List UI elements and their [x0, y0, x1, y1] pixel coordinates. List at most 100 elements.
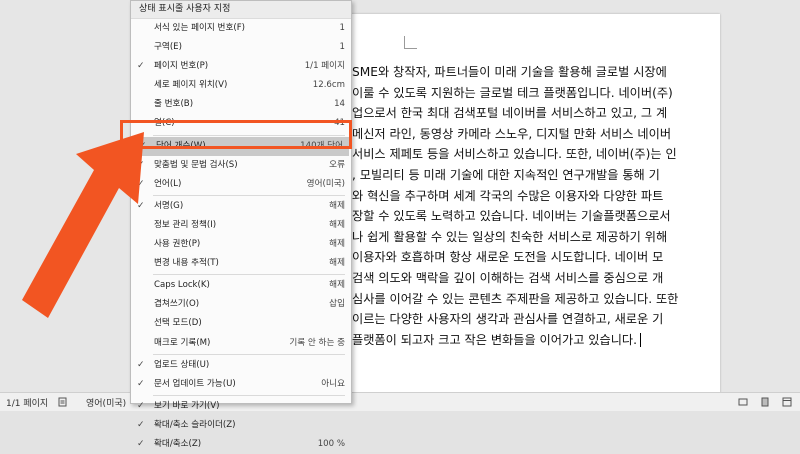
menu-item[interactable]: ✓ 확대/축소(Z) 100 %	[131, 435, 351, 454]
menu-item-value: 해제	[329, 219, 345, 230]
menu-item[interactable]: 열(C) 41	[131, 114, 351, 133]
menu-item-label: 보기 바로 가기(V)	[154, 400, 220, 411]
status-bar-customize-menu[interactable]: 상태 표시줄 사용자 지정 서식 있는 페이지 번호(F) 1 구역(E) 1 ✓ 페이지…	[130, 0, 352, 449]
doc-line: 와 혁신을 추구하며 세계 각국의 수많은 이용자와 다양한 파트	[352, 188, 664, 203]
menu-item-value: 해제	[329, 280, 345, 291]
doc-line: , 모빌리티 등 미래 기술에 대한 지속적인 연구개발을 통해 기	[352, 167, 660, 182]
menu-item-label: 서명(G)	[154, 200, 184, 211]
menu-item-label: 페이지 번호(P)	[154, 61, 209, 72]
read-mode-icon[interactable]	[738, 397, 748, 407]
menu-item[interactable]: ✓ 확대/축소 슬라이더(Z)	[131, 416, 351, 435]
menu-item-value: 해제	[329, 200, 345, 211]
menu-separator	[153, 134, 345, 136]
doc-line: 서비스 제페토 등을 서비스하고 있습니다. 또한, 네이버(주)는 인	[352, 147, 677, 162]
menu-item-label: 열(C)	[154, 118, 175, 129]
menu-item-value: 1/1 페이지	[304, 61, 345, 72]
doc-line: 이용자와 호흡하며 항상 새로운 도전을 시도합니다. 네이버 모	[352, 250, 664, 265]
menu-item-value: 12.6cm	[312, 80, 345, 91]
menu-item-value: 100 %	[317, 438, 345, 449]
menu-item[interactable]: ✓ 업로드 상태(U)	[131, 356, 351, 375]
menu-item-label: 매크로 기록(M)	[154, 337, 211, 348]
doc-line: 메신저 라인, 동영상 카메라 스노우, 디지털 만화 서비스 네이버	[352, 126, 672, 141]
menu-item[interactable]: 세로 페이지 위치(V) 12.6cm	[131, 76, 351, 95]
menu-item-value: 41	[334, 118, 345, 129]
menu-item-value: 14	[334, 99, 345, 110]
doc-line-text: 플랫폼이 되고자 크고 작은 변화들을 이어가고 있습니다.	[352, 332, 638, 347]
checkmark-icon: ✓	[137, 359, 145, 370]
menu-item-label: 겹쳐쓰기(O)	[154, 299, 200, 310]
menu-item-value: 삽입	[329, 299, 345, 310]
doc-line-last: 플랫폼이 되고자 크고 작은 변화들을 이어가고 있습니다.	[352, 330, 708, 351]
menu-item-label: 사용 권한(P)	[154, 239, 201, 250]
menu-item[interactable]: 선택 모드(D)	[131, 314, 351, 333]
doc-line: SME와 창작자, 파트너들이 미래 기술을 활용해 글로벌 시장에	[352, 65, 667, 79]
menu-item-label: 업로드 상태(U)	[154, 359, 210, 370]
menu-item-label: 문서 업데이트 가능(U)	[154, 378, 236, 389]
checkmark-icon: ✓	[137, 438, 145, 449]
menu-item-value: 해제	[329, 239, 345, 250]
menu-separator	[153, 353, 345, 355]
menu-title: 상태 표시줄 사용자 지정	[131, 1, 351, 19]
menu-item[interactable]: ✓ 서명(G) 해제	[131, 197, 351, 216]
document-body[interactable]: SME와 창작자, 파트너들이 미래 기술을 활용해 글로벌 시장에 이룰 수 …	[352, 62, 708, 350]
checkmark-icon: ✓	[137, 400, 145, 411]
menu-item-label: 구역(E)	[154, 42, 182, 53]
menu-separator	[153, 394, 345, 396]
checkmark-icon: ✓	[137, 61, 145, 72]
status-page[interactable]: 1/1 페이지	[6, 396, 48, 409]
status-language[interactable]: 영어(미국)	[86, 396, 126, 409]
doc-line: 나 쉽게 활용할 수 있는 일상의 친숙한 서비스로 제공하기 위해	[352, 229, 668, 244]
doc-line: 검색 의도와 맥락을 깊이 이해하는 검색 서비스를 중심으로 개	[352, 270, 664, 285]
menu-item[interactable]: 변경 내용 추적(T) 해제	[131, 254, 351, 273]
menu-item[interactable]: Caps Lock(K) 해제	[131, 276, 351, 295]
pointer-arrow-icon	[22, 132, 144, 318]
menu-item[interactable]: 서식 있는 페이지 번호(F) 1	[131, 19, 351, 38]
menu-item-label: Caps Lock(K)	[154, 280, 210, 291]
menu-item[interactable]: ✓ 보기 바로 가기(V)	[131, 397, 351, 416]
menu-item-label: 서식 있는 페이지 번호(F)	[154, 23, 246, 33]
status-bar[interactable]: 1/1 페이지 영어(미국)	[0, 392, 800, 411]
menu-item-label: 언어(L)	[154, 178, 182, 189]
doc-line: 업으로서 한국 최대 검색포털 네이버를 서비스하고 있고, 그 계	[352, 106, 668, 121]
doc-line: 장할 수 있도록 노력하고 있습니다. 네이버는 기술플랫폼으로서	[352, 209, 671, 224]
menu-item-value: 기록 안 하는 중	[289, 337, 345, 348]
doc-line: 이룰 수 있도록 지원하는 글로벌 테크 플랫폼입니다. 네이버(주)	[352, 85, 673, 100]
menu-item[interactable]: 구역(E) 1	[131, 38, 351, 57]
doc-line: 이르는 다양한 사용자의 생각과 관심사를 연결하고, 새로운 기	[352, 312, 664, 327]
menu-item-value: 140개 단어	[300, 140, 343, 151]
menu-item[interactable]: ✓ 언어(L) 영어(미국)	[131, 175, 351, 194]
menu-item[interactable]: ✓단어 개수(W)140개 단어	[133, 136, 349, 156]
menu-item[interactable]: 사용 권한(P) 해제	[131, 235, 351, 254]
doc-line: 심사를 이어갈 수 있는 콘텐츠 주제판을 제공하고 있습니다. 또한	[352, 291, 679, 306]
checkmark-icon: ✓	[137, 378, 145, 389]
menu-item-label: 변경 내용 추적(T)	[154, 258, 219, 269]
menu-item[interactable]: 매크로 기록(M) 기록 안 하는 중	[131, 334, 351, 353]
menu-item[interactable]: 겹쳐쓰기(O) 삽입	[131, 295, 351, 314]
menu-item-value: 영어(미국)	[306, 178, 345, 189]
menu-separator	[153, 194, 345, 196]
menu-item-label: 단어 개수(W)	[156, 140, 206, 151]
menu-item[interactable]: ✓맞춤법 및 문법 검사(S)오류	[131, 156, 351, 175]
checkmark-icon: ✓	[137, 419, 145, 430]
menu-item-label: 세로 페이지 위치(V)	[154, 80, 228, 91]
menu-item-value: 해제	[329, 258, 345, 269]
menu-item-value: 오류	[329, 159, 345, 170]
proofing-icon[interactable]	[58, 397, 68, 407]
text-cursor	[640, 333, 642, 348]
menu-separator	[153, 274, 345, 276]
menu-item-label: 줄 번호(B)	[154, 99, 194, 110]
menu-item-label: 확대/축소(Z)	[154, 438, 202, 449]
menu-item[interactable]: 줄 번호(B) 14	[131, 95, 351, 114]
menu-item-label: 확대/축소 슬라이더(Z)	[154, 419, 236, 430]
web-layout-icon[interactable]	[782, 397, 792, 407]
menu-item-value: 1	[339, 23, 345, 33]
print-layout-icon[interactable]	[760, 397, 770, 407]
menu-item-label: 선택 모드(D)	[154, 318, 202, 329]
menu-item-label: 맞춤법 및 문법 검사(S)	[154, 159, 238, 170]
menu-item[interactable]: ✓ 페이지 번호(P) 1/1 페이지	[131, 57, 351, 76]
menu-item-value: 아니요	[321, 378, 345, 389]
menu-item-label: 정보 관리 정책(I)	[154, 219, 217, 230]
menu-item[interactable]: ✓ 문서 업데이트 가능(U) 아니요	[131, 375, 351, 394]
menu-item[interactable]: 정보 관리 정책(I) 해제	[131, 216, 351, 235]
margin-corner-mark	[404, 36, 417, 49]
